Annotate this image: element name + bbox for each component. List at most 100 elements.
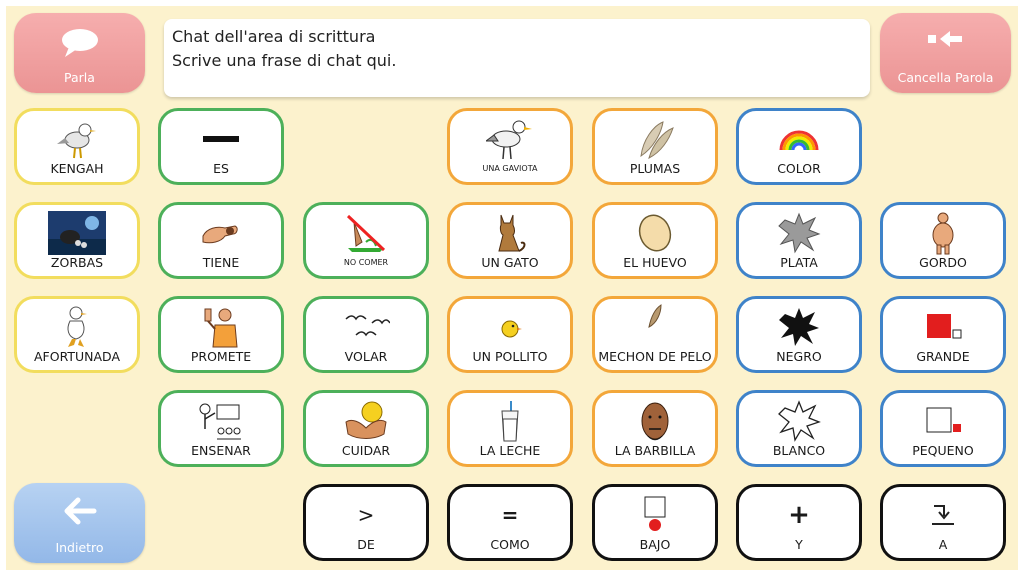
flying-birds-icon: [306, 306, 426, 348]
back-label: Indietro: [55, 540, 104, 555]
rainbow-icon: [739, 118, 859, 160]
cell-label: KENGAH: [50, 161, 104, 176]
cell-label: LA BARBILLA: [614, 443, 696, 458]
white-splash-icon: [739, 400, 859, 442]
cell-label: PROMETE: [190, 349, 252, 364]
under-icon: [595, 494, 715, 536]
cell-label: PLATA: [780, 255, 818, 270]
feathers-icon: [595, 118, 715, 160]
fat-person-icon: [883, 212, 1003, 255]
speak-label: Parla: [64, 70, 95, 85]
cell-como[interactable]: = COMO: [447, 484, 573, 561]
cell-label: GORDO: [919, 255, 967, 270]
seagull-icon: [450, 118, 570, 160]
equals-icon: =: [501, 503, 519, 527]
cell-label: ES: [213, 161, 229, 176]
cell-label: UNA GAVIOTA: [482, 164, 538, 173]
cell-un-gato[interactable]: UN GATO: [447, 202, 573, 279]
cell-pequeno[interactable]: PEQUENO: [880, 390, 1006, 467]
speak-button[interactable]: Parla: [14, 13, 145, 93]
cell-plumas[interactable]: PLUMAS: [592, 108, 718, 185]
movie-still-icon: [17, 211, 137, 255]
small-square-icon: [883, 400, 1003, 442]
cell-mechon-de-pelo[interactable]: MECHON DE PELO: [592, 296, 718, 373]
promise-person-icon: [161, 306, 281, 348]
cell-label: ENSENAR: [191, 443, 251, 458]
cell-label: COLOR: [777, 161, 821, 176]
cell-label: ZORBAS: [50, 255, 104, 270]
cell-label: BLANCO: [772, 443, 826, 458]
back-button[interactable]: Indietro: [14, 483, 145, 563]
milk-glass-icon: [450, 400, 570, 442]
cell-cuidar[interactable]: CUIDAR: [303, 390, 429, 467]
cell-label: AFORTUNADA: [34, 349, 120, 364]
cell-label: NO COMER: [343, 258, 389, 267]
cell-label: EL HUEVO: [623, 255, 687, 270]
cell-label: UN GATO: [481, 255, 539, 270]
cell-un-pollito[interactable]: UN POLLITO: [447, 296, 573, 373]
cat-icon: [450, 212, 570, 254]
cell-label: GRANDE: [916, 349, 970, 364]
speech-bubble-icon: [14, 27, 145, 59]
cell-la-leche[interactable]: LA LECHE: [447, 390, 573, 467]
cell-plata[interactable]: PLATA: [736, 202, 862, 279]
cell-gordo[interactable]: GORDO: [880, 202, 1006, 279]
caring-hands-icon: [306, 400, 426, 442]
chat-text-area[interactable]: Chat dell'area di scrittura Scrive una f…: [164, 19, 870, 97]
no-eating-icon: [306, 212, 426, 254]
dash-icon: [161, 118, 281, 160]
cell-negro[interactable]: NEGRO: [736, 296, 862, 373]
chat-line-1: Chat dell'area di scrittura: [172, 27, 376, 46]
chat-line-2: Scrive una frase di chat qui.: [172, 51, 397, 70]
cell-y[interactable]: + Y: [736, 484, 862, 561]
cell-color[interactable]: COLOR: [736, 108, 862, 185]
cell-tiene[interactable]: TIENE: [158, 202, 284, 279]
cell-afortunada[interactable]: AFORTUNADA: [14, 296, 140, 373]
silver-splash-icon: [739, 212, 859, 254]
egg-icon: [595, 212, 715, 254]
cell-label: BAJO: [639, 537, 671, 552]
to-arrow-icon: [883, 494, 1003, 536]
cell-label: MECHON DE PELO: [598, 349, 712, 364]
cell-zorbas[interactable]: ZORBAS: [14, 202, 140, 279]
cell-label: Y: [795, 537, 803, 552]
chick-icon: [450, 306, 570, 348]
cell-no-comer[interactable]: NO COMER: [303, 202, 429, 279]
cell-de[interactable]: > DE: [303, 484, 429, 561]
cell-blanco[interactable]: BLANCO: [736, 390, 862, 467]
cell-la-barbilla[interactable]: LA BARBILLA: [592, 390, 718, 467]
seagull-icon: [17, 118, 137, 160]
cell-volar[interactable]: VOLAR: [303, 296, 429, 373]
cell-label: A: [938, 537, 948, 552]
cell-una-gaviota[interactable]: UNA GAVIOTA: [447, 108, 573, 185]
hand-holding-icon: [161, 212, 281, 254]
delete-word-button[interactable]: Cancella Parola: [880, 13, 1011, 93]
cell-kengah[interactable]: KENGAH: [14, 108, 140, 185]
cell-label: VOLAR: [344, 349, 388, 364]
cell-label: UN POLLITO: [472, 349, 548, 364]
cell-label: DE: [357, 537, 375, 552]
backspace-arrow-icon: [880, 27, 1011, 51]
cell-label: PEQUENO: [912, 443, 974, 458]
aac-board: Parla Chat dell'area di scrittura Scrive…: [6, 6, 1018, 570]
plus-icon: +: [788, 500, 810, 530]
cell-es[interactable]: ES: [158, 108, 284, 185]
cell-label: NEGRO: [776, 349, 822, 364]
tuft-icon: [595, 301, 715, 331]
big-square-icon: [883, 306, 1003, 348]
cell-grande[interactable]: GRANDE: [880, 296, 1006, 373]
cell-el-huevo[interactable]: EL HUEVO: [592, 202, 718, 279]
black-splash-icon: [739, 306, 859, 348]
cell-a[interactable]: A: [880, 484, 1006, 561]
cell-label: PLUMAS: [629, 161, 681, 176]
cell-ensenar[interactable]: ENSENAR: [158, 390, 284, 467]
cell-label: CUIDAR: [341, 443, 391, 458]
greater-than-icon: >: [357, 503, 375, 527]
cell-label: COMO: [490, 537, 530, 552]
teacher-icon: [161, 400, 281, 442]
arrow-left-icon: [14, 497, 145, 525]
cell-bajo[interactable]: BAJO: [592, 484, 718, 561]
cell-promete[interactable]: PROMETE: [158, 296, 284, 373]
lucky-seagull-icon: [17, 306, 137, 348]
delete-word-label: Cancella Parola: [897, 70, 994, 85]
